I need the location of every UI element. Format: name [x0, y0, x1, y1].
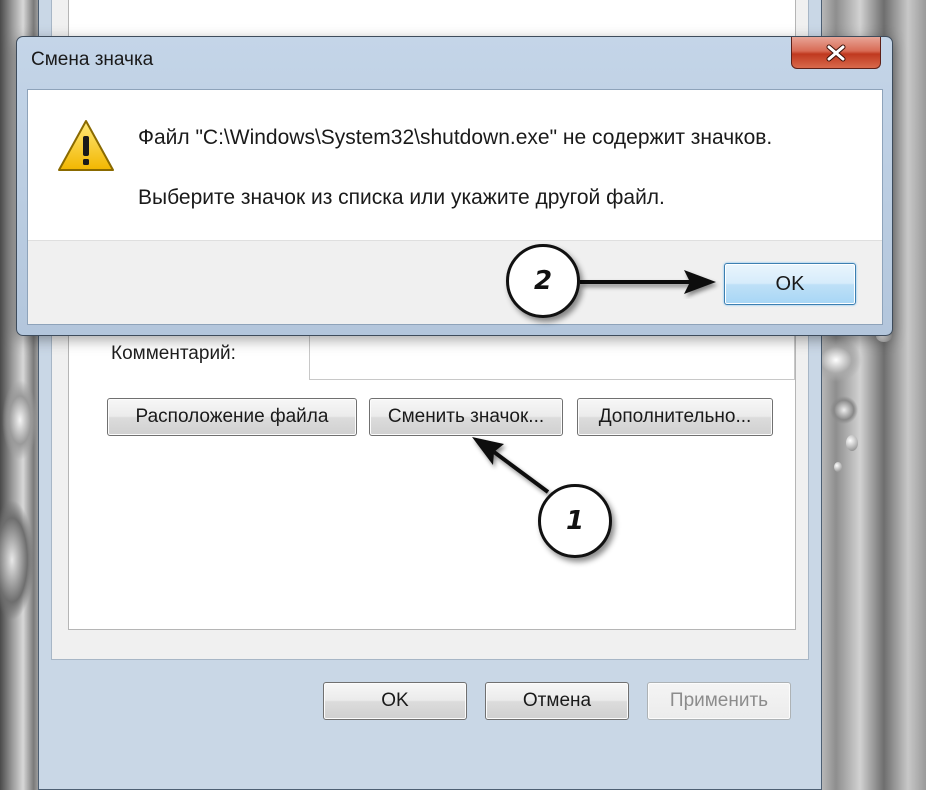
callout-arrows	[472, 270, 716, 494]
arrow-2	[580, 270, 716, 294]
arrow-1	[472, 437, 550, 494]
callout-2: 2	[506, 244, 580, 318]
callout-1: 1	[538, 484, 612, 558]
